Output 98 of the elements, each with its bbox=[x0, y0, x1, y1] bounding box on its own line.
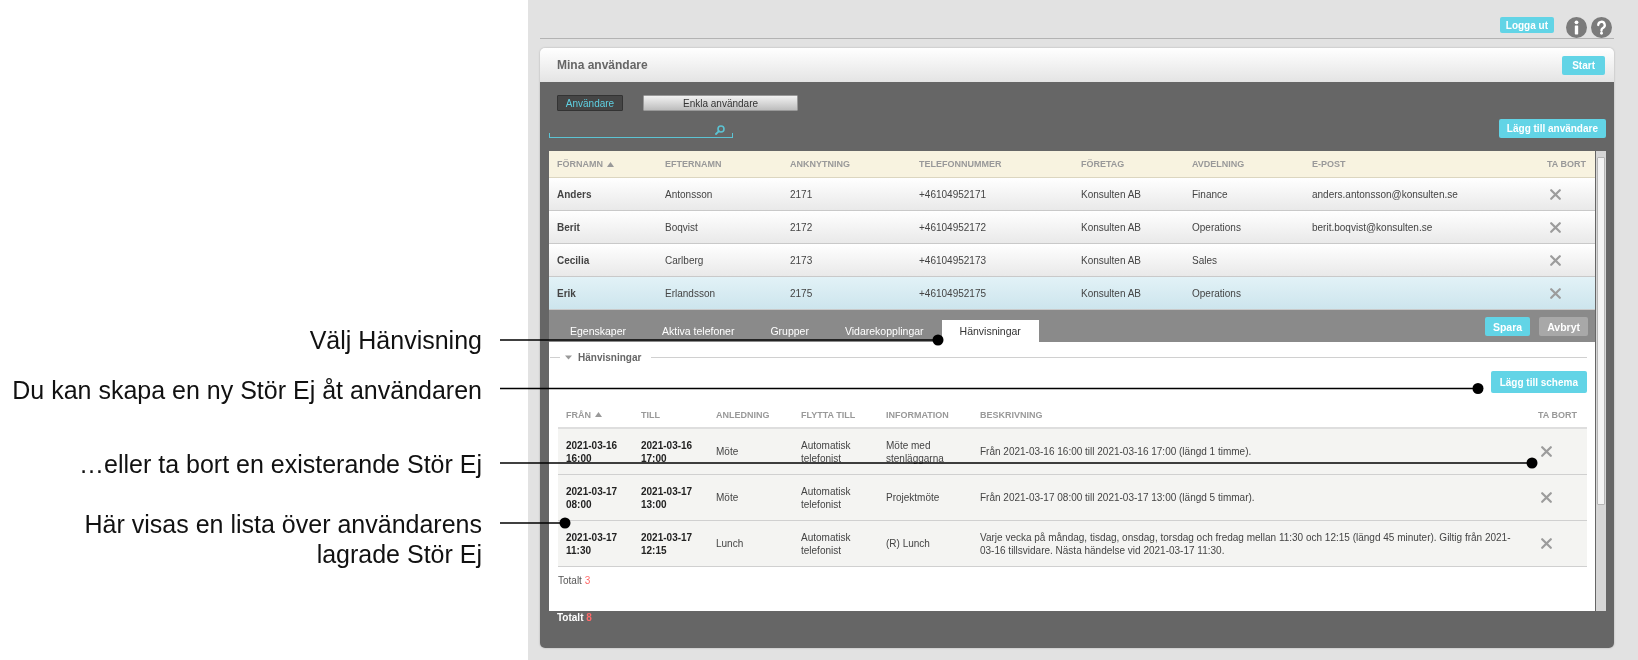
table-cell: Konsulten AB bbox=[1081, 287, 1142, 299]
info-icon[interactable] bbox=[1566, 17, 1587, 38]
detail-tab[interactable]: Aktiva telefoner bbox=[644, 320, 753, 342]
table-cell: Anders bbox=[557, 188, 592, 200]
table-cell: Konsulten AB bbox=[1081, 221, 1142, 233]
column-header[interactable]: E-POST bbox=[1312, 159, 1346, 169]
x-icon[interactable] bbox=[1541, 492, 1552, 503]
table-cell-text: Möte bbox=[716, 445, 740, 458]
cancel-button[interactable]: Avbryt bbox=[1539, 317, 1588, 336]
view-tab[interactable]: Enkla användare bbox=[643, 95, 798, 111]
column-header[interactable]: TA BORT bbox=[1547, 159, 1586, 169]
table-cell-text: Automatisk telefonist bbox=[801, 484, 852, 511]
x-icon[interactable] bbox=[1541, 538, 1552, 549]
table-cell-text: Varje vecka på måndag, tisdag, onsdag, torsdag och fredag mellan 11:30 och 12:15 (längd 45 minuter). Giltig från 2021-03-16 tillsvidare. Nästa händelse vid 2021-03-17 11:30. bbox=[980, 530, 1512, 557]
column-header[interactable]: FRÅN bbox=[566, 409, 602, 420]
table-cell: Berit bbox=[557, 221, 580, 233]
table-cell-text: 2021-03-17 13:00 bbox=[641, 484, 694, 511]
table-cell: Sales bbox=[1192, 254, 1217, 266]
table-cell-text: Projektmöte bbox=[886, 491, 941, 504]
detail-tab[interactable]: Egenskaper bbox=[552, 320, 645, 342]
table-cell: Finance bbox=[1192, 188, 1228, 200]
table-cell: +46104952172 bbox=[919, 221, 987, 233]
table-cell: Cecilia bbox=[557, 254, 590, 266]
column-header[interactable]: INFORMATION bbox=[886, 409, 949, 420]
table-cell: +46104952175 bbox=[919, 287, 987, 299]
x-icon[interactable] bbox=[1550, 254, 1561, 266]
table-cell-text: Lunch bbox=[716, 537, 745, 550]
table-cell-text: 2021-03-17 08:00 bbox=[566, 484, 619, 511]
table-cell-text: Från 2021-03-17 08:00 till 2021-03-17 13:00 (längd 5 timmar). bbox=[980, 491, 1256, 504]
x-icon[interactable] bbox=[1550, 221, 1561, 233]
table-cell: Carlberg bbox=[665, 254, 704, 266]
column-header[interactable]: AVDELNING bbox=[1192, 159, 1245, 169]
add-user-button[interactable]: Lägg till användare bbox=[1498, 119, 1606, 138]
table-cell: Operations bbox=[1192, 287, 1241, 299]
sort-up-icon bbox=[595, 412, 602, 417]
table-cell-text: Från 2021-03-16 16:00 till 2021-03-16 17:00 (längd 1 timme). bbox=[980, 445, 1253, 458]
table-cell: +46104952173 bbox=[919, 254, 987, 266]
column-header[interactable]: ANLEDNING bbox=[716, 409, 770, 420]
table-cell: Konsulten AB bbox=[1081, 188, 1142, 200]
start-button[interactable]: Start bbox=[1562, 55, 1605, 75]
annotation-text: Här visas en lista över användarens lagrade Stör Ej bbox=[83, 509, 482, 569]
table-cell: anders.antonsson@konsulten.se bbox=[1312, 188, 1458, 200]
column-header[interactable]: FÖRNAMN bbox=[557, 159, 614, 169]
column-header[interactable]: BESKRIVNING bbox=[980, 409, 1043, 420]
view-tab[interactable]: Användare bbox=[557, 95, 623, 111]
detail-tab[interactable]: Vidarekopplingar bbox=[826, 320, 942, 342]
annotation-text: Välj Hänvisning bbox=[309, 325, 482, 355]
section-title: Hänvisningar bbox=[578, 351, 642, 363]
search-field[interactable] bbox=[549, 123, 733, 138]
column-header[interactable]: ANKNYTNING bbox=[790, 159, 850, 169]
table-cell: Erlandsson bbox=[665, 287, 716, 299]
table-cell-text: Automatisk telefonist bbox=[801, 530, 852, 557]
scrollbar-thumb[interactable] bbox=[1597, 157, 1605, 505]
table-cell: berit.boqvist@konsulten.se bbox=[1312, 221, 1433, 233]
panel-title: Mina användare bbox=[557, 58, 648, 72]
column-header[interactable]: EFTERNAMN bbox=[665, 159, 722, 169]
table-cell-text: (R) Lunch bbox=[886, 537, 931, 550]
help-icon[interactable] bbox=[1591, 17, 1612, 38]
sort-up-icon bbox=[607, 161, 614, 167]
table-cell-text: 2021-03-16 16:00 bbox=[566, 438, 619, 465]
column-header[interactable]: FLYTTA TILL bbox=[801, 409, 856, 420]
table-cell: Konsulten AB bbox=[1081, 254, 1142, 266]
table-cell-text: 2021-03-17 11:30 bbox=[566, 530, 619, 557]
detail-tab[interactable]: Hänvisningar bbox=[941, 320, 1039, 342]
caret-icon[interactable] bbox=[565, 353, 572, 361]
x-icon[interactable] bbox=[1541, 446, 1552, 457]
table-row[interactable]: Erik Erlandsson 2175 +46104952175 Konsulten AB Operations bbox=[549, 277, 1595, 310]
table-cell: +46104952171 bbox=[919, 188, 987, 200]
table-cell-text: Möte med stenläggarna bbox=[886, 438, 945, 465]
table-cell: Erik bbox=[557, 287, 576, 299]
annotation-text: …eller ta bort en existerande Stör Ej bbox=[79, 449, 482, 479]
table-cell: Boqvist bbox=[665, 221, 698, 233]
table-cell: 2175 bbox=[790, 287, 813, 299]
table-cell: 2173 bbox=[790, 254, 813, 266]
table-cell: Antonsson bbox=[665, 188, 713, 200]
table-cell-text: 2021-03-16 17:00 bbox=[641, 438, 694, 465]
total-count: Totalt 3 bbox=[558, 574, 591, 588]
table-cell: 2172 bbox=[790, 221, 813, 233]
scrollbar[interactable] bbox=[1596, 151, 1606, 611]
column-header[interactable]: TELEFONNUMMER bbox=[919, 159, 1002, 169]
column-header[interactable]: FÖRETAG bbox=[1081, 159, 1125, 169]
leader-line bbox=[499, 517, 571, 529]
logout-button[interactable]: Logga ut bbox=[1499, 17, 1554, 33]
table-cell-text: 2021-03-17 12:15 bbox=[641, 530, 694, 557]
table-cell-text: Automatisk telefonist bbox=[801, 438, 852, 465]
table-cell: 2171 bbox=[790, 188, 813, 200]
detail-tab[interactable]: Grupper bbox=[752, 320, 827, 342]
x-icon[interactable] bbox=[1550, 287, 1561, 299]
save-button[interactable]: Spara bbox=[1484, 317, 1531, 336]
search-icon[interactable] bbox=[715, 125, 725, 135]
x-icon[interactable] bbox=[1550, 188, 1561, 200]
column-header[interactable]: TA BORT bbox=[1538, 409, 1577, 420]
total-count: Totalt 8 bbox=[557, 611, 592, 625]
annotation-text: Du kan skapa en ny Stör Ej åt användaren bbox=[12, 375, 482, 405]
column-header[interactable]: TILL bbox=[641, 409, 660, 420]
table-cell-text: Möte bbox=[716, 491, 740, 504]
table-cell: Operations bbox=[1192, 221, 1241, 233]
add-schedule-button[interactable]: Lägg till schema bbox=[1490, 371, 1587, 393]
